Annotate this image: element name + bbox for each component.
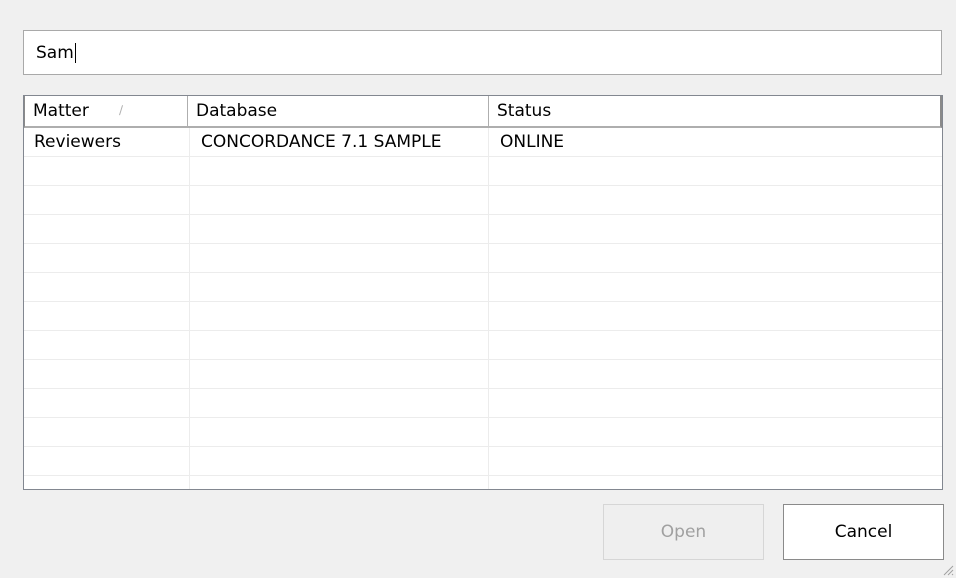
empty-cell [489,331,942,359]
empty-table-row [24,331,942,360]
empty-cell [190,273,489,301]
empty-cell [190,302,489,330]
matter-list-grid[interactable]: Matter ∕ Database Status Reviewers CONCO… [23,95,943,490]
empty-cell [489,186,942,214]
empty-table-row [24,273,942,302]
empty-cell [24,215,190,243]
cell-status: ONLINE [500,132,565,152]
empty-cell [24,418,190,446]
empty-cell [24,331,190,359]
empty-cell [190,215,489,243]
column-header-label: Database [196,101,278,121]
grid-header: Matter ∕ Database Status [24,96,942,128]
grid-rows: Reviewers CONCORDANCE 7.1 SAMPLE ONLINE [24,128,942,489]
empty-cell [489,302,942,330]
empty-cell [24,360,190,388]
open-button[interactable]: Open [603,504,764,560]
empty-cell [190,447,489,475]
table-row[interactable]: Reviewers CONCORDANCE 7.1 SAMPLE ONLINE [24,128,942,157]
empty-cell [24,302,190,330]
empty-table-row [24,157,942,186]
empty-table-row [24,302,942,331]
column-header-database[interactable]: Database [188,96,489,128]
column-header-label: Matter [33,101,89,121]
empty-cell [489,215,942,243]
empty-cell [190,476,489,489]
empty-cell [190,360,489,388]
empty-cell [489,389,942,417]
empty-table-row [24,418,942,447]
search-input[interactable]: Sam [23,30,942,75]
empty-cell [190,157,489,185]
empty-cell [489,273,942,301]
cell-database: CONCORDANCE 7.1 SAMPLE [190,128,489,156]
empty-cell [190,331,489,359]
empty-table-row [24,389,942,418]
empty-table-row [24,360,942,389]
empty-cell [190,186,489,214]
empty-cell [489,447,942,475]
empty-cell [489,476,942,489]
empty-table-row [24,244,942,273]
empty-cell [24,447,190,475]
column-header-label: Status [497,101,552,121]
empty-cell [24,389,190,417]
empty-cell [190,418,489,446]
empty-cell [24,273,190,301]
text-caret [74,42,76,63]
cell-matter: Reviewers [24,128,190,156]
empty-cell [24,476,190,489]
column-header-matter[interactable]: Matter ∕ [24,96,188,128]
resize-grip-icon[interactable] [940,562,954,576]
empty-cell [190,389,489,417]
empty-table-row [24,186,942,215]
empty-table-row [24,447,942,476]
column-header-status[interactable]: Status [489,96,942,128]
sort-ascending-icon: ∕ [119,103,124,117]
empty-cell [24,157,190,185]
cancel-button[interactable]: Cancel [783,504,944,560]
empty-cell [489,244,942,272]
empty-table-row [24,476,942,489]
empty-cell [24,244,190,272]
empty-cell [489,157,942,185]
empty-cell [24,186,190,214]
empty-cell [489,418,942,446]
empty-table-row [24,215,942,244]
open-matter-dialog: Sam Matter ∕ Database Status Reviewers C… [0,0,956,578]
search-input-value: Sam [36,42,74,63]
empty-cell [489,360,942,388]
empty-cell [190,244,489,272]
